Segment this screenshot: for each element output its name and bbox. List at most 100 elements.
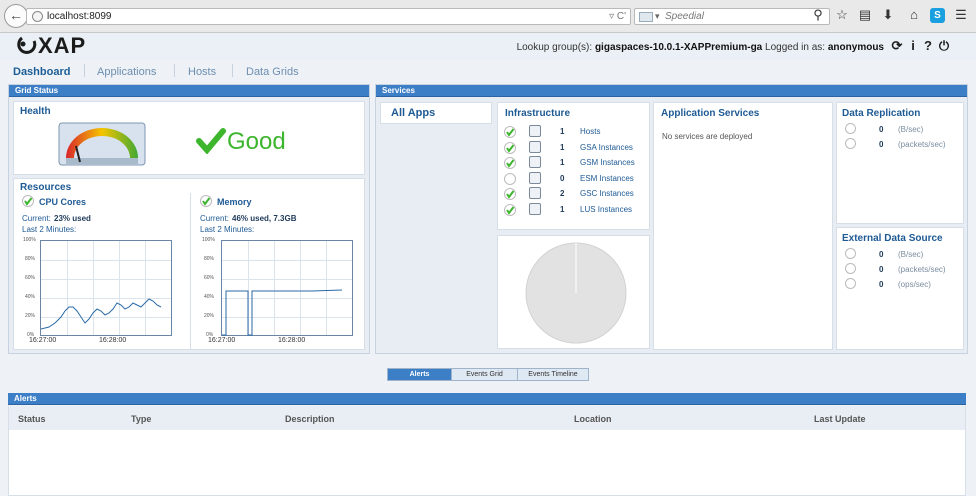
infrastructure-row[interactable]: 0 ESM Instances (504, 171, 644, 186)
health-gauge-icon (58, 122, 146, 166)
grid-status-bar: Grid Status (9, 85, 369, 97)
help-icon[interactable]: ? (921, 38, 935, 53)
column-header-status[interactable]: Status (18, 414, 46, 424)
home-icon[interactable]: ⌂ (904, 7, 924, 22)
status-ok-icon (504, 157, 516, 170)
infrastructure-count: 1 (560, 158, 565, 168)
health-card: Health Good (13, 101, 365, 175)
tab-events-grid[interactable]: Events Grid (452, 369, 518, 380)
status-empty-icon (845, 248, 856, 259)
metric-value: 0 (879, 125, 884, 134)
bottom-tab-bar: Alerts Events Grid Events Timeline (387, 368, 589, 381)
browser-toolbar: ← localhost:8099 ▿ C' ▾ Speedial ⚲ ☆ ▤ ⬇… (0, 0, 976, 33)
reload-icon[interactable]: ▿ C' (609, 11, 626, 22)
cpu-ytick: 100% (23, 237, 36, 243)
session-info: Lookup group(s): gigaspaces-10.0.1-XAPPr… (517, 42, 884, 53)
cpu-current-label: Current: (22, 214, 51, 223)
infrastructure-row[interactable]: 1 GSM Instances (504, 156, 644, 170)
column-header-description[interactable]: Description (285, 414, 335, 424)
infrastructure-row[interactable]: 1 GSA Instances (504, 140, 644, 155)
health-title: Health (20, 106, 51, 117)
lus-icon (529, 203, 541, 215)
metric-row: 0 (packets/sec) (845, 138, 955, 152)
logged-label: Logged in as: (765, 42, 826, 53)
tab-events-timeline[interactable]: Events Timeline (518, 369, 588, 380)
metric-unit: (B/sec) (898, 250, 924, 259)
metric-row: 0 (packets/sec) (845, 263, 955, 277)
skype-icon[interactable]: S (930, 8, 945, 23)
external-data-source-title: External Data Source (842, 233, 943, 244)
chevron-down-icon[interactable]: ▾ (655, 11, 660, 22)
infrastructure-row[interactable]: 1 LUS Instances (504, 203, 644, 217)
app-services-title: Application Services (661, 108, 760, 119)
tab-dashboard[interactable]: Dashboard (13, 66, 70, 78)
menu-icon[interactable]: ☰ (951, 7, 971, 23)
bookmark-star-icon[interactable]: ☆ (832, 7, 852, 23)
all-apps-label: All Apps (391, 107, 436, 119)
app-logo: XAP (16, 33, 86, 59)
health-status: Good (227, 128, 286, 155)
column-header-type[interactable]: Type (131, 414, 151, 424)
data-replication-card: Data Replication 0 (B/sec) 0 (packets/sec) (836, 102, 964, 224)
host-icon (529, 125, 541, 137)
tab-data-grids[interactable]: Data Grids (246, 66, 299, 78)
info-icon[interactable]: i (906, 38, 920, 53)
back-arrow-icon[interactable]: ← (4, 4, 28, 28)
metric-row: 0 (ops/sec) (845, 278, 955, 292)
search-bar[interactable]: ▾ Speedial (634, 8, 830, 25)
infrastructure-label: Hosts (580, 127, 601, 136)
memory-title: Memory (217, 197, 252, 207)
infrastructure-count: 1 (560, 205, 565, 214)
memory-line (222, 289, 343, 336)
memory-ytick: 60% (204, 275, 215, 281)
status-empty-icon (845, 138, 856, 149)
gsm-icon (529, 156, 541, 169)
column-header-location[interactable]: Location (574, 414, 612, 424)
refresh-icon[interactable]: ⟳ (890, 38, 904, 54)
external-data-source-card: External Data Source 0 (B/sec) 0 (packets/s… (836, 227, 964, 350)
tab-hosts[interactable]: Hosts (188, 66, 216, 78)
library-icon[interactable]: ▤ (855, 7, 875, 23)
memory-xtick: 16:27:00 (208, 337, 236, 344)
metric-unit: (ops/sec) (898, 280, 931, 289)
tab-applications[interactable]: Applications (97, 66, 156, 78)
url-bar[interactable]: localhost:8099 ▿ C' (26, 8, 631, 25)
nav-divider (84, 64, 85, 77)
infrastructure-label: GSM Instances (580, 158, 635, 168)
power-icon[interactable]: ⏻ (937, 38, 951, 54)
logged-user: anonymous (827, 42, 884, 53)
column-header-last-update[interactable]: Last Update (814, 414, 866, 424)
memory-ytick: 80% (204, 256, 215, 262)
cpu-ytick: 80% (25, 256, 36, 262)
metric-unit: (packets/sec) (898, 265, 946, 274)
search-icon[interactable]: ⚲ (808, 7, 828, 23)
cpu-ytick: 20% (25, 313, 36, 319)
metric-value: 0 (879, 265, 884, 274)
search-placeholder: Speedial (665, 11, 704, 22)
gsa-icon (529, 140, 541, 153)
status-empty-icon (845, 278, 856, 289)
metric-value: 0 (879, 250, 884, 259)
status-empty-icon (504, 172, 516, 185)
infrastructure-title: Infrastructure (505, 108, 571, 119)
infrastructure-row[interactable]: 2 GSC Instances (504, 187, 644, 201)
tab-alerts[interactable]: Alerts (388, 369, 452, 380)
app-services-card: Application Services No services are dep… (653, 102, 833, 350)
infrastructure-count: 1 (560, 142, 565, 152)
download-icon[interactable]: ⬇ (878, 7, 898, 23)
all-apps-item[interactable]: All Apps (380, 102, 492, 124)
memory-check-icon (200, 195, 212, 207)
infrastructure-label: GSA Instances (580, 142, 633, 152)
search-engine-icon[interactable] (639, 12, 653, 22)
cpu-ytick: 60% (25, 275, 36, 281)
app-services-empty: No services are deployed (662, 132, 753, 141)
infrastructure-label: GSC Instances (580, 189, 634, 199)
url-text: localhost:8099 (47, 11, 112, 22)
cpu-current-value: 23% used (54, 214, 91, 223)
services-panel: Services All Apps Infrastructure 1 Hosts 1… (375, 84, 968, 354)
alerts-table-header: Status Type Description Location Last Up… (8, 406, 966, 430)
globe-icon (32, 11, 43, 22)
infrastructure-count: 2 (560, 189, 565, 199)
metric-row: 0 (B/sec) (845, 248, 955, 262)
infrastructure-row[interactable]: 1 Hosts (504, 125, 644, 139)
